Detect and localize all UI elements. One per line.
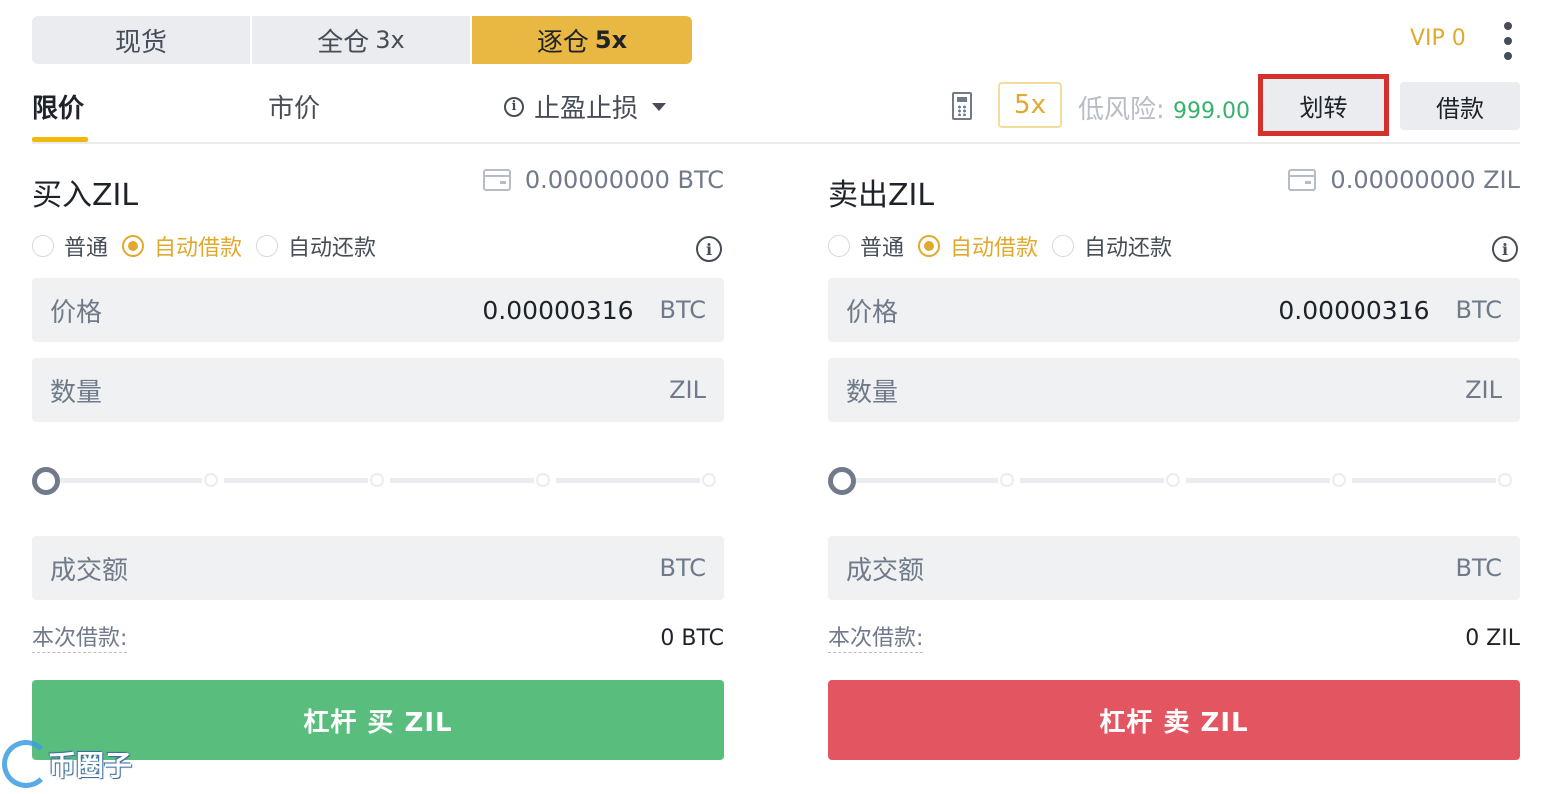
radio-auto-borrow[interactable]: 自动借款	[122, 230, 242, 262]
sell-title: 卖出ZIL	[828, 178, 935, 213]
watermark: 币圈子	[2, 736, 152, 792]
amount-label: 数量	[846, 377, 899, 408]
tab-market[interactable]: 市价	[268, 88, 320, 125]
tab-limit[interactable]: 限价	[32, 88, 84, 125]
loan-label: 本次借款:	[828, 626, 924, 653]
wallet-icon	[482, 169, 511, 191]
radio-normal[interactable]: 普通	[828, 230, 904, 262]
risk-indicator: 低风险: 999.00	[1078, 89, 1250, 126]
sell-percent-slider[interactable]	[828, 466, 1520, 495]
tab-cross-leverage: 3x	[375, 26, 405, 54]
total-unit: BTC	[1455, 554, 1502, 582]
buy-borrow-mode: 普通 自动借款 自动还款	[32, 230, 390, 262]
calculator-icon[interactable]	[952, 92, 972, 120]
slider-handle[interactable]	[828, 467, 856, 495]
slider-mark-50[interactable]	[1166, 473, 1180, 487]
radio-auto-repay[interactable]: 自动还款	[1052, 230, 1172, 262]
risk-value: 999.00	[1173, 99, 1251, 124]
price-label: 价格	[50, 297, 103, 328]
total-label: 成交额	[50, 555, 129, 586]
margin-mode-tabs: 现货 全仓 3x 逐仓 5x	[32, 16, 692, 64]
risk-label: 低风险:	[1078, 95, 1165, 125]
divider	[32, 142, 1520, 144]
info-icon[interactable]: i	[1492, 236, 1518, 262]
radio-auto-borrow-label: 自动借款	[154, 236, 243, 261]
tab-isolated-label: 逐仓	[536, 27, 589, 58]
sell-loan-row: 本次借款: 0 ZIL	[828, 626, 1520, 653]
borrow-button[interactable]: 借款	[1400, 82, 1520, 130]
loan-value: 0 BTC	[660, 626, 724, 651]
total-unit: BTC	[659, 554, 706, 582]
buy-panel: 买入ZIL 0.00000000 BTC 普通 自动借款 自动还款 i 价格 0…	[32, 150, 724, 770]
sell-borrow-mode: 普通 自动借款 自动还款	[828, 230, 1186, 262]
info-icon: i	[504, 96, 524, 117]
tab-cross-label: 全仓	[317, 27, 370, 58]
buy-amount-input[interactable]: 数量 ZIL	[32, 358, 724, 422]
loan-label: 本次借款:	[32, 626, 128, 653]
amount-unit: ZIL	[669, 376, 706, 404]
tab-spot[interactable]: 现货	[32, 16, 252, 64]
slider-mark-75[interactable]	[536, 473, 550, 487]
more-vertical-icon[interactable]	[1496, 22, 1520, 60]
tab-stop-limit[interactable]: i 止盈止损	[504, 88, 667, 125]
caret-down-icon	[652, 102, 667, 111]
radio-auto-repay[interactable]: 自动还款	[256, 230, 376, 262]
price-value: 0.00000316	[482, 295, 634, 325]
wallet-icon	[1288, 169, 1317, 191]
buy-loan-row: 本次借款: 0 BTC	[32, 626, 724, 653]
buy-total-input[interactable]: 成交额 BTC	[32, 536, 724, 600]
loan-value: 0 ZIL	[1465, 626, 1520, 651]
radio-normal-label: 普通	[860, 236, 905, 261]
sell-total-input[interactable]: 成交额 BTC	[828, 536, 1520, 600]
price-value: 0.00000316	[1278, 295, 1430, 325]
sell-price-input[interactable]: 价格 0.00000316 BTC	[828, 278, 1520, 342]
total-label: 成交额	[846, 555, 925, 586]
radio-auto-borrow-label: 自动借款	[950, 236, 1039, 261]
buy-balance: 0.00000000 BTC	[482, 166, 724, 194]
slider-mark-25[interactable]	[1000, 473, 1014, 487]
tab-cross-margin[interactable]: 全仓 3x	[252, 16, 472, 64]
slider-handle[interactable]	[32, 467, 60, 495]
slider-mark-25[interactable]	[204, 473, 218, 487]
info-icon[interactable]: i	[696, 236, 722, 262]
transfer-button[interactable]: 划转	[1258, 74, 1389, 136]
tpsl-label: 止盈止损	[534, 94, 639, 124]
price-unit: BTC	[1455, 296, 1502, 324]
radio-auto-borrow[interactable]: 自动借款	[918, 230, 1038, 262]
leverage-badge[interactable]: 5x	[998, 82, 1062, 128]
radio-normal[interactable]: 普通	[32, 230, 108, 262]
sell-balance: 0.00000000 ZIL	[1288, 166, 1520, 194]
slider-mark-100[interactable]	[702, 473, 716, 487]
amount-label: 数量	[50, 377, 103, 408]
sell-panel: 卖出ZIL 0.00000000 ZIL 普通 自动借款 自动还款 i 价格 0…	[828, 150, 1520, 770]
radio-normal-label: 普通	[64, 236, 109, 261]
vip-level[interactable]: VIP 0	[1410, 26, 1466, 51]
watermark-text: 币圈子	[48, 749, 133, 782]
price-unit: BTC	[659, 296, 706, 324]
radio-auto-repay-label: 自动还款	[1084, 236, 1173, 261]
tab-spot-label: 现货	[114, 27, 167, 58]
slider-mark-50[interactable]	[370, 473, 384, 487]
price-label: 价格	[846, 297, 899, 328]
buy-price-input[interactable]: 价格 0.00000316 BTC	[32, 278, 724, 342]
radio-auto-repay-label: 自动还款	[288, 236, 377, 261]
buy-percent-slider[interactable]	[32, 466, 724, 495]
slider-mark-75[interactable]	[1332, 473, 1346, 487]
sell-amount-input[interactable]: 数量 ZIL	[828, 358, 1520, 422]
margin-sell-button[interactable]: 杠杆 卖 ZIL	[828, 680, 1520, 760]
buy-balance-value: 0.00000000 BTC	[524, 166, 724, 194]
tab-isolated-leverage: 5x	[594, 26, 628, 54]
watermark-logo-icon	[2, 740, 50, 788]
amount-unit: ZIL	[1465, 376, 1502, 404]
buy-title: 买入ZIL	[32, 178, 139, 213]
slider-mark-100[interactable]	[1498, 473, 1512, 487]
sell-balance-value: 0.00000000 ZIL	[1330, 166, 1520, 194]
tab-isolated-margin[interactable]: 逐仓 5x	[472, 16, 692, 64]
